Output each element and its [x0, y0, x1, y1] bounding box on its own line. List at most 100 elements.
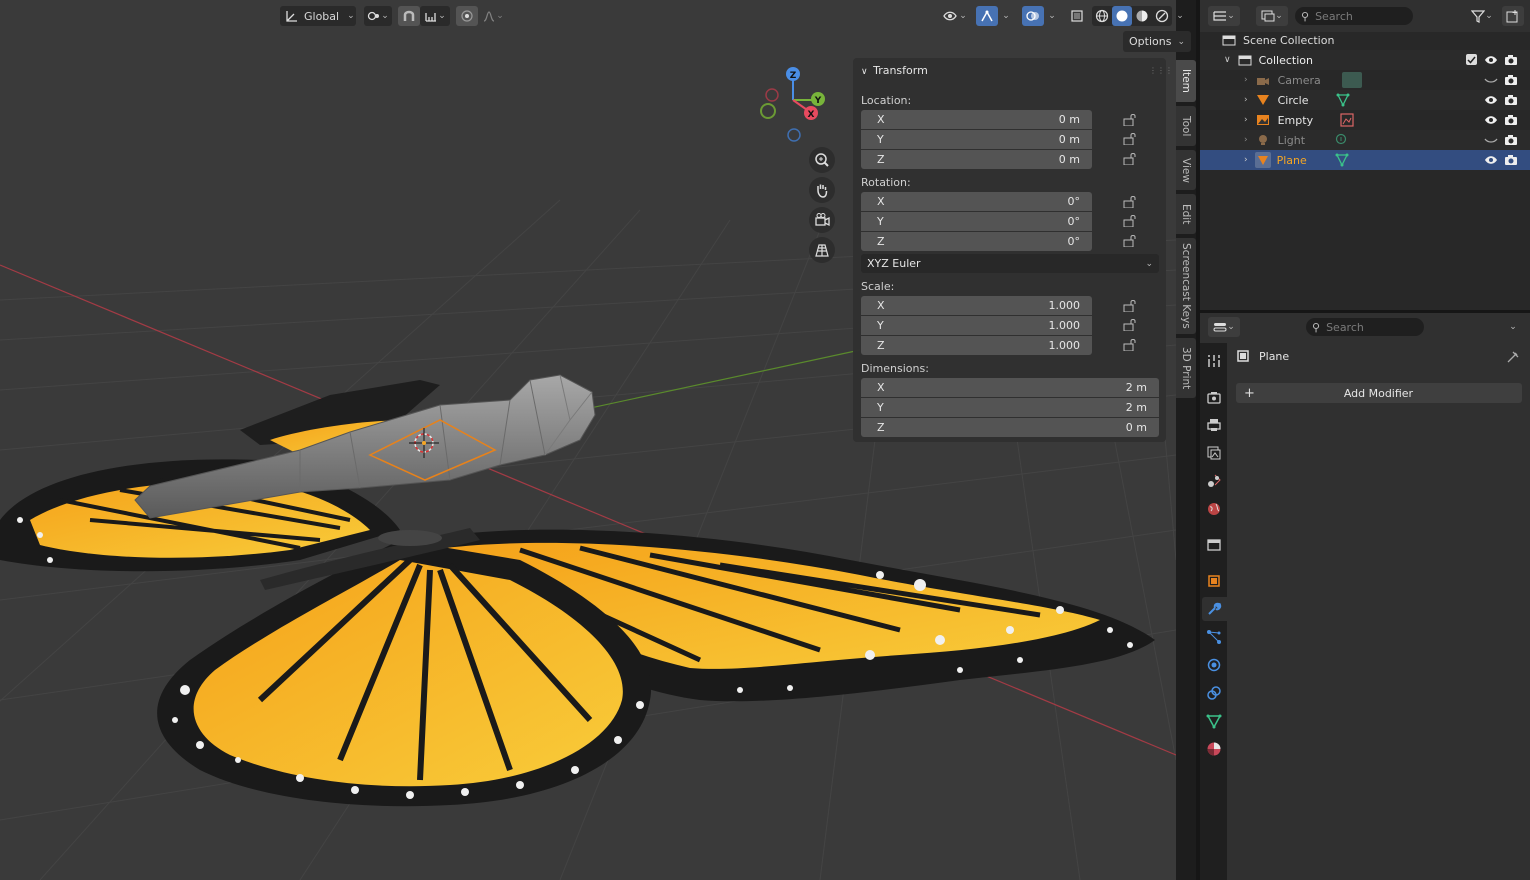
overlays-dropdown[interactable]: ⌄: [1044, 6, 1060, 26]
outliner-item-camera[interactable]: › Camera: [1200, 70, 1530, 90]
render-camera-icon[interactable]: [1504, 154, 1518, 166]
lock-location-y-icon[interactable]: [1123, 133, 1137, 145]
render-properties-icon[interactable]: [1206, 389, 1222, 405]
eye-icon[interactable]: [1484, 114, 1498, 126]
snap-toggle[interactable]: [398, 6, 420, 26]
display-mode-dropdown[interactable]: ⌄: [1256, 6, 1288, 26]
lock-scale-x-icon[interactable]: [1123, 300, 1137, 312]
constraints-icon[interactable]: [1206, 685, 1222, 701]
chevron-right-icon[interactable]: ›: [1244, 75, 1248, 85]
dimensions-x-field[interactable]: X2 m: [861, 378, 1159, 397]
render-camera-icon[interactable]: [1504, 94, 1518, 106]
rotation-y-field[interactable]: Y 0°: [861, 212, 1092, 231]
checkbox-icon[interactable]: [1466, 54, 1477, 65]
lock-scale-y-icon[interactable]: [1123, 319, 1137, 331]
show-gizmo-toggle[interactable]: [976, 6, 998, 26]
eye-icon[interactable]: [1484, 94, 1498, 106]
dimensions-y-field[interactable]: Y2 m: [861, 398, 1159, 417]
tab-view[interactable]: View: [1176, 150, 1196, 190]
mesh-data-properties-icon[interactable]: [1206, 713, 1222, 729]
options-button[interactable]: Options ⌄: [1123, 31, 1191, 52]
editor-type-dropdown[interactable]: ⌄: [1208, 6, 1240, 26]
camera-view-icon[interactable]: [809, 207, 835, 233]
wireframe-shading-icon[interactable]: [1092, 6, 1112, 26]
mesh-data-icon[interactable]: [1335, 153, 1349, 167]
outliner-item-plane[interactable]: › Plane: [1200, 150, 1530, 170]
tab-3d-print[interactable]: 3D Print: [1176, 338, 1196, 398]
eye-closed-icon[interactable]: [1484, 135, 1498, 145]
snap-target-dropdown[interactable]: ⌄: [420, 6, 450, 26]
chevron-right-icon[interactable]: ›: [1244, 115, 1248, 125]
pin-icon[interactable]: [1506, 350, 1520, 364]
dimensions-z-field[interactable]: Z0 m: [861, 418, 1159, 437]
lock-scale-z-icon[interactable]: [1123, 339, 1137, 351]
xray-toggle[interactable]: [1066, 6, 1088, 26]
outliner-collection[interactable]: ∨ Collection: [1200, 50, 1530, 70]
output-properties-icon[interactable]: [1206, 417, 1222, 433]
rendered-shading-icon[interactable]: [1152, 6, 1172, 26]
collection-properties-icon[interactable]: [1206, 537, 1222, 553]
scale-y-field[interactable]: Y 1.000: [861, 316, 1092, 335]
tab-screencast-keys[interactable]: Screencast Keys: [1176, 238, 1196, 334]
lock-rotation-y-icon[interactable]: [1123, 215, 1137, 227]
material-properties-icon[interactable]: [1206, 741, 1222, 757]
properties-options-dropdown[interactable]: ⌄: [1502, 317, 1524, 337]
scale-x-field[interactable]: X 1.000: [861, 296, 1092, 315]
transform-orientation-dropdown[interactable]: Global ⌄: [280, 6, 356, 26]
solid-shading-icon[interactable]: [1112, 6, 1132, 26]
eye-closed-icon[interactable]: [1484, 75, 1498, 85]
tool-settings-icon[interactable]: [1206, 353, 1222, 369]
pan-hand-icon[interactable]: [809, 177, 835, 203]
rotation-mode-dropdown[interactable]: XYZ Euler ⌄: [861, 254, 1159, 273]
render-camera-icon[interactable]: [1504, 134, 1518, 146]
gizmo-dropdown[interactable]: ⌄: [998, 6, 1014, 26]
physics-icon[interactable]: [1206, 657, 1222, 673]
render-camera-icon[interactable]: [1504, 54, 1518, 66]
scene-properties-icon[interactable]: [1206, 473, 1222, 489]
lock-rotation-x-icon[interactable]: [1123, 196, 1137, 208]
add-modifier-button[interactable]: + Add Modifier: [1236, 383, 1522, 403]
falloff-dropdown[interactable]: ⌄: [478, 6, 508, 26]
drag-handle-icon[interactable]: ⋮⋮⋮: [1149, 66, 1173, 75]
new-collection-button[interactable]: [1502, 6, 1524, 26]
material-shading-icon[interactable]: [1132, 6, 1152, 26]
outliner-scene-collection[interactable]: Scene Collection: [1200, 30, 1530, 50]
location-x-field[interactable]: X0 m: [861, 110, 1092, 129]
outliner-item-empty[interactable]: › Empty: [1200, 110, 1530, 130]
location-y-field[interactable]: Y0 m: [861, 130, 1092, 149]
location-z-field[interactable]: Z0 m: [861, 150, 1092, 169]
image-data-icon[interactable]: [1340, 113, 1354, 127]
camera-data-icon[interactable]: [1342, 72, 1362, 88]
navigation-gizmo[interactable]: Z Y X: [755, 62, 830, 142]
outliner-search-input[interactable]: ⚲ Search: [1295, 7, 1413, 25]
tab-item[interactable]: Item: [1176, 60, 1196, 102]
light-data-icon[interactable]: [1334, 133, 1348, 147]
lock-location-x-icon[interactable]: [1123, 114, 1137, 126]
chevron-right-icon[interactable]: ›: [1244, 135, 1248, 145]
world-properties-icon[interactable]: [1206, 501, 1222, 517]
render-camera-icon[interactable]: [1504, 114, 1518, 126]
rotation-z-field[interactable]: Z 0°: [861, 232, 1092, 251]
pivot-point-dropdown[interactable]: ⌄: [364, 6, 392, 26]
lock-location-z-icon[interactable]: [1123, 153, 1137, 165]
chevron-down-icon[interactable]: ∨: [1224, 55, 1231, 65]
scale-z-field[interactable]: Z 1.000: [861, 336, 1092, 355]
eye-icon[interactable]: [1484, 54, 1498, 66]
filter-dropdown[interactable]: ⌄: [1466, 6, 1498, 26]
mesh-data-icon[interactable]: [1336, 93, 1350, 107]
editor-type-dropdown[interactable]: ⌄: [1208, 317, 1240, 337]
eye-icon[interactable]: [1484, 154, 1498, 166]
rotation-x-field[interactable]: X 0°: [861, 192, 1092, 211]
chevron-right-icon[interactable]: ›: [1244, 155, 1248, 165]
render-camera-icon[interactable]: [1504, 74, 1518, 86]
chevron-right-icon[interactable]: ›: [1244, 95, 1248, 105]
view-layer-properties-icon[interactable]: [1206, 445, 1222, 461]
ortho-grid-icon[interactable]: [809, 237, 835, 263]
properties-search-input[interactable]: ⚲ Search: [1306, 318, 1424, 336]
lock-rotation-z-icon[interactable]: [1123, 235, 1137, 247]
outliner-item-circle[interactable]: › Circle: [1200, 90, 1530, 110]
transform-panel-header[interactable]: ∨ Transform: [861, 64, 928, 77]
particles-icon[interactable]: [1206, 629, 1222, 645]
object-properties-icon[interactable]: [1206, 573, 1222, 589]
tab-tool[interactable]: Tool: [1176, 106, 1196, 146]
